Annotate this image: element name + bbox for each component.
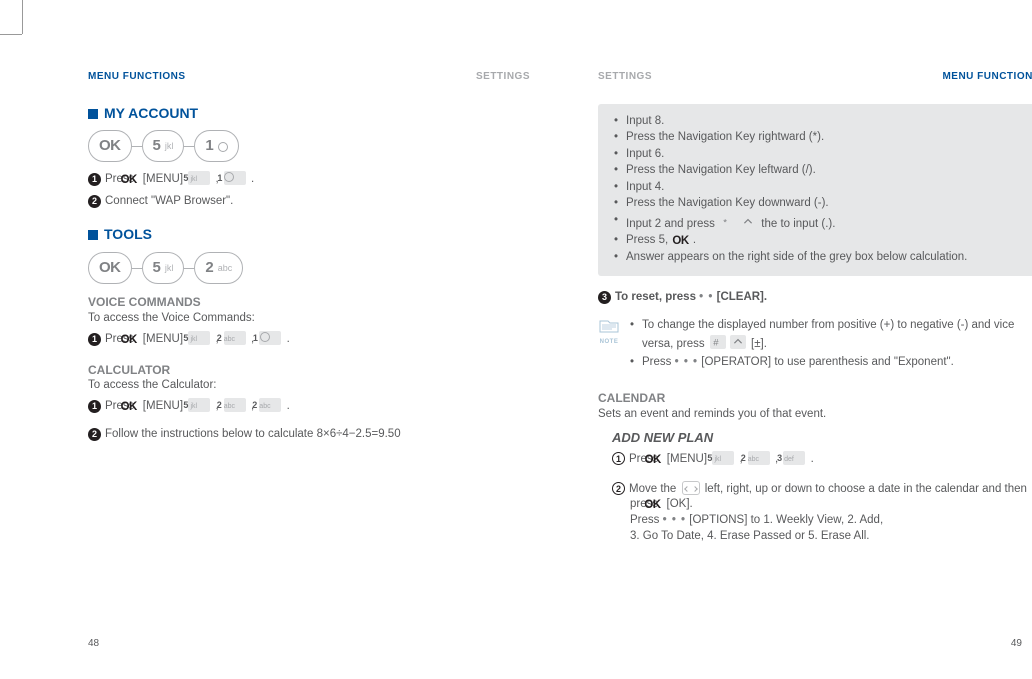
globe-icon [224,172,234,182]
star-key-icon: * [720,215,736,229]
calc-instr-7: Input 2 and press * the to input (.). [626,213,1026,233]
ok-pill: OK [88,252,132,284]
page-number-48: 48 [88,638,99,649]
my-account-step-1: 1Press OK [MENU] 5jkl , 1 . [88,172,530,188]
ok-pill: OK [88,130,132,162]
note-block: NOTE To change the displayed number from… [598,318,1032,373]
add-new-plan-title: ADD NEW PLAN [612,429,1032,447]
page-49: SETTINGS MENU FUNCTIONS Input 8. Press t… [598,70,1032,544]
note-icon: NOTE [598,318,620,346]
note-line-2: Press • • • [OPERATOR] to use parenthesi… [630,355,1032,371]
note-line-1: To change the displayed number from posi… [630,318,1032,353]
page-header-left: MENU FUNCTIONS SETTINGS [88,70,530,84]
toggle-key-icon [740,215,756,229]
calc-instr-5: Input 4. [626,180,1026,196]
calculator-title: CALCULATOR [88,362,530,378]
nav-key-icon [682,481,700,495]
header-settings: SETTINGS [598,70,652,84]
reset-step-3: 3To reset, press • • [CLEAR]. [598,290,1032,306]
add-plan-step-1: 1Press OK [MENU] 5jkl , 2abc , 3def . [612,452,1032,468]
key5-pill: 5jkl [142,252,185,284]
calc-instr-6: Press the Navigation Key downward (-). [626,196,1026,212]
page-header-right: SETTINGS MENU FUNCTIONS [598,70,1032,84]
calc-instr-4: Press the Navigation Key leftward (/). [626,163,1026,179]
calculator-intro: To access the Calculator: [88,378,530,394]
shift-key-icon [730,335,746,349]
calendar-title: CALENDAR [598,390,1032,406]
add-plan-step-2: 2Move the left, right, up or down to cho… [612,478,1032,544]
calendar-desc: Sets an event and reminds you of that ev… [598,407,1032,423]
calc-instr-8: Press 5, OK . [626,233,1026,249]
globe-icon [218,142,228,152]
calc-instr-1: Input 8. [626,114,1026,130]
header-menu-functions: MENU FUNCTIONS [88,70,186,84]
calc-instr-2: Press the Navigation Key rightward (*). [626,130,1026,146]
svg-text:*: * [723,217,727,227]
my-account-step-2: 2Connect "WAP Browser". [88,194,530,210]
svg-text:#: # [713,338,719,348]
tools-key-sequence: OK 5jkl 2abc [88,252,530,284]
tools-title: TOOLS [88,225,530,244]
calculation-instructions-box: Input 8. Press the Navigation Key rightw… [598,104,1032,277]
voice-commands-step-1: 1Press OK [MENU] 5jkl , 2abc , 1 . [88,332,530,348]
hash-key-icon: # [710,335,726,349]
page-48: MENU FUNCTIONS SETTINGS MY ACCOUNT OK 5j… [88,70,530,544]
my-account-key-sequence: OK 5jkl 1 [88,130,530,162]
key1-pill: 1 [194,130,238,162]
calc-instr-3: Input 6. [626,147,1026,163]
calculator-step-2: 2Follow the instructions below to calcul… [88,427,530,443]
page-number-49: 49 [1011,638,1022,649]
key2-pill: 2abc [194,252,243,284]
header-menu-functions: MENU FUNCTIONS [942,70,1032,84]
voice-commands-title: VOICE COMMANDS [88,294,530,310]
my-account-title: MY ACCOUNT [88,104,530,123]
voice-commands-intro: To access the Voice Commands: [88,311,530,327]
globe-icon [260,332,270,342]
key5-pill: 5jkl [142,130,185,162]
calc-instr-9: Answer appears on the right side of the … [626,250,1026,266]
header-settings: SETTINGS [476,70,530,84]
calculator-step-1: 1Press OK [MENU] 5jkl , 2abc , 2abc . [88,399,530,415]
